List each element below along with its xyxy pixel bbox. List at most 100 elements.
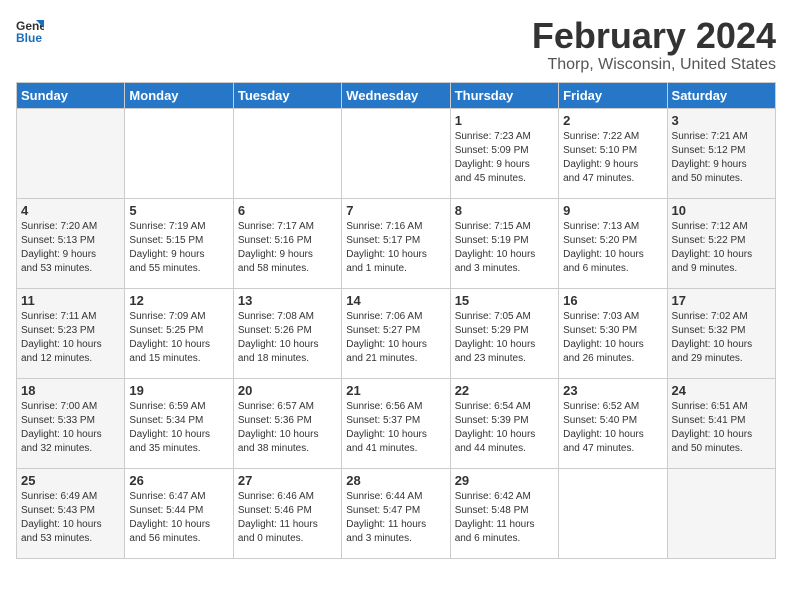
day-cell: 24 Sunrise: 6:51 AM Sunset: 5:41 PM Dayli… <box>667 378 775 468</box>
week-row-1: 4 Sunrise: 7:20 AM Sunset: 5:13 PM Daylig… <box>17 198 776 288</box>
calendar-subtitle: Thorp, Wisconsin, United States <box>532 56 776 74</box>
day-info: Sunrise: 7:16 AM Sunset: 5:17 PM Dayligh… <box>346 220 445 276</box>
day-info: Sunrise: 7:09 AM Sunset: 5:25 PM Dayligh… <box>129 310 228 366</box>
day-info: Sunrise: 7:12 AM Sunset: 5:22 PM Dayligh… <box>672 220 771 276</box>
day-number: 4 <box>21 203 120 218</box>
week-row-4: 25Sunrise: 6:49 AM Sunset: 5:43 PM Dayli… <box>17 468 776 558</box>
day-number: 16 <box>563 293 662 308</box>
day-number: 13 <box>238 293 337 308</box>
day-cell: 12 Sunrise: 7:09 AM Sunset: 5:25 PM Dayli… <box>125 288 233 378</box>
day-info: Sunrise: 6:46 AM Sunset: 5:46 PM Dayligh… <box>238 490 337 546</box>
day-number: 6 <box>238 203 337 218</box>
day-cell <box>233 108 341 198</box>
day-number: 22 <box>455 383 554 398</box>
day-info: Sunrise: 6:42 AM Sunset: 5:48 PM Dayligh… <box>455 490 554 546</box>
calendar-header: SundayMondayTuesdayWednesdayThursdayFrid… <box>17 82 776 108</box>
day-cell: 2 Sunrise: 7:22 AM Sunset: 5:10 PM Daylig… <box>559 108 667 198</box>
day-cell: 19 Sunrise: 6:59 AM Sunset: 5:34 PM Dayli… <box>125 378 233 468</box>
day-info: Sunrise: 6:51 AM Sunset: 5:41 PM Dayligh… <box>672 400 771 456</box>
week-row-2: 11Sunrise: 7:11 AM Sunset: 5:23 PM Dayli… <box>17 288 776 378</box>
day-number: 12 <box>129 293 228 308</box>
day-info: Sunrise: 7:19 AM Sunset: 5:15 PM Dayligh… <box>129 220 228 276</box>
day-info: Sunrise: 6:44 AM Sunset: 5:47 PM Dayligh… <box>346 490 445 546</box>
day-number: 26 <box>129 473 228 488</box>
day-number: 3 <box>672 113 771 128</box>
day-cell: 25Sunrise: 6:49 AM Sunset: 5:43 PM Dayli… <box>17 468 125 558</box>
day-cell: 23 Sunrise: 6:52 AM Sunset: 5:40 PM Dayli… <box>559 378 667 468</box>
day-number: 15 <box>455 293 554 308</box>
day-number: 1 <box>455 113 554 128</box>
day-cell: 11Sunrise: 7:11 AM Sunset: 5:23 PM Dayli… <box>17 288 125 378</box>
week-row-3: 18 Sunrise: 7:00 AM Sunset: 5:33 PM Dayli… <box>17 378 776 468</box>
day-number: 7 <box>346 203 445 218</box>
day-number: 5 <box>129 203 228 218</box>
day-cell: 28 Sunrise: 6:44 AM Sunset: 5:47 PM Dayli… <box>342 468 450 558</box>
day-number: 10 <box>672 203 771 218</box>
day-info: Sunrise: 7:13 AM Sunset: 5:20 PM Dayligh… <box>563 220 662 276</box>
header-cell-thursday: Thursday <box>450 82 558 108</box>
day-number: 2 <box>563 113 662 128</box>
day-number: 21 <box>346 383 445 398</box>
header-cell-monday: Monday <box>125 82 233 108</box>
day-cell: 27Sunrise: 6:46 AM Sunset: 5:46 PM Dayli… <box>233 468 341 558</box>
day-number: 28 <box>346 473 445 488</box>
day-info: Sunrise: 6:47 AM Sunset: 5:44 PM Dayligh… <box>129 490 228 546</box>
day-number: 24 <box>672 383 771 398</box>
header-cell-saturday: Saturday <box>667 82 775 108</box>
day-cell <box>667 468 775 558</box>
day-cell: 1Sunrise: 7:23 AM Sunset: 5:09 PM Daylig… <box>450 108 558 198</box>
day-info: Sunrise: 6:59 AM Sunset: 5:34 PM Dayligh… <box>129 400 228 456</box>
calendar-title: February 2024 <box>532 16 776 56</box>
calendar-body: 1Sunrise: 7:23 AM Sunset: 5:09 PM Daylig… <box>17 108 776 558</box>
header: General Blue February 2024 Thorp, Wiscon… <box>16 16 776 74</box>
title-area: February 2024 Thorp, Wisconsin, United S… <box>532 16 776 74</box>
day-cell: 17Sunrise: 7:02 AM Sunset: 5:32 PM Dayli… <box>667 288 775 378</box>
day-cell <box>559 468 667 558</box>
day-cell: 22 Sunrise: 6:54 AM Sunset: 5:39 PM Dayli… <box>450 378 558 468</box>
day-info: Sunrise: 7:00 AM Sunset: 5:33 PM Dayligh… <box>21 400 120 456</box>
header-cell-sunday: Sunday <box>17 82 125 108</box>
header-cell-tuesday: Tuesday <box>233 82 341 108</box>
day-cell: 18 Sunrise: 7:00 AM Sunset: 5:33 PM Dayli… <box>17 378 125 468</box>
header-cell-wednesday: Wednesday <box>342 82 450 108</box>
day-cell: 20 Sunrise: 6:57 AM Sunset: 5:36 PM Dayli… <box>233 378 341 468</box>
day-cell <box>125 108 233 198</box>
generalblue-logo-icon: General Blue <box>16 16 44 44</box>
day-info: Sunrise: 7:20 AM Sunset: 5:13 PM Dayligh… <box>21 220 120 276</box>
day-cell: 7 Sunrise: 7:16 AM Sunset: 5:17 PM Daylig… <box>342 198 450 288</box>
day-number: 18 <box>21 383 120 398</box>
day-info: Sunrise: 6:57 AM Sunset: 5:36 PM Dayligh… <box>238 400 337 456</box>
day-number: 23 <box>563 383 662 398</box>
day-cell: 3Sunrise: 7:21 AM Sunset: 5:12 PM Daylig… <box>667 108 775 198</box>
day-info: Sunrise: 6:56 AM Sunset: 5:37 PM Dayligh… <box>346 400 445 456</box>
day-info: Sunrise: 7:06 AM Sunset: 5:27 PM Dayligh… <box>346 310 445 366</box>
header-row: SundayMondayTuesdayWednesdayThursdayFrid… <box>17 82 776 108</box>
day-info: Sunrise: 6:52 AM Sunset: 5:40 PM Dayligh… <box>563 400 662 456</box>
day-cell: 21 Sunrise: 6:56 AM Sunset: 5:37 PM Dayli… <box>342 378 450 468</box>
day-cell: 14 Sunrise: 7:06 AM Sunset: 5:27 PM Dayli… <box>342 288 450 378</box>
day-info: Sunrise: 6:54 AM Sunset: 5:39 PM Dayligh… <box>455 400 554 456</box>
day-info: Sunrise: 7:08 AM Sunset: 5:26 PM Dayligh… <box>238 310 337 366</box>
day-info: Sunrise: 7:15 AM Sunset: 5:19 PM Dayligh… <box>455 220 554 276</box>
day-cell: 6Sunrise: 7:17 AM Sunset: 5:16 PM Daylig… <box>233 198 341 288</box>
day-cell <box>17 108 125 198</box>
day-cell: 15 Sunrise: 7:05 AM Sunset: 5:29 PM Dayli… <box>450 288 558 378</box>
week-row-0: 1Sunrise: 7:23 AM Sunset: 5:09 PM Daylig… <box>17 108 776 198</box>
day-cell: 5 Sunrise: 7:19 AM Sunset: 5:15 PM Daylig… <box>125 198 233 288</box>
day-info: Sunrise: 7:22 AM Sunset: 5:10 PM Dayligh… <box>563 130 662 186</box>
day-number: 14 <box>346 293 445 308</box>
day-info: Sunrise: 6:49 AM Sunset: 5:43 PM Dayligh… <box>21 490 120 546</box>
day-info: Sunrise: 7:03 AM Sunset: 5:30 PM Dayligh… <box>563 310 662 366</box>
day-number: 19 <box>129 383 228 398</box>
day-cell: 4 Sunrise: 7:20 AM Sunset: 5:13 PM Daylig… <box>17 198 125 288</box>
header-cell-friday: Friday <box>559 82 667 108</box>
day-cell: 26 Sunrise: 6:47 AM Sunset: 5:44 PM Dayli… <box>125 468 233 558</box>
day-number: 20 <box>238 383 337 398</box>
day-number: 17 <box>672 293 771 308</box>
day-cell: 13 Sunrise: 7:08 AM Sunset: 5:26 PM Dayli… <box>233 288 341 378</box>
day-number: 29 <box>455 473 554 488</box>
day-info: Sunrise: 7:11 AM Sunset: 5:23 PM Dayligh… <box>21 310 120 366</box>
day-cell: 16 Sunrise: 7:03 AM Sunset: 5:30 PM Dayli… <box>559 288 667 378</box>
day-info: Sunrise: 7:05 AM Sunset: 5:29 PM Dayligh… <box>455 310 554 366</box>
day-number: 9 <box>563 203 662 218</box>
